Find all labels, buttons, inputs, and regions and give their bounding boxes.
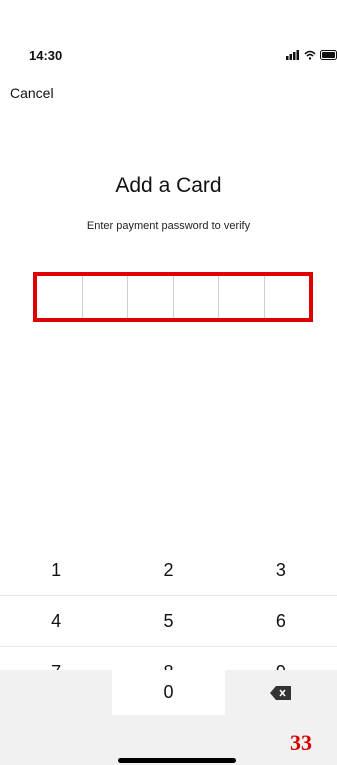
pin-cell <box>174 276 219 318</box>
pin-input[interactable] <box>37 276 309 318</box>
key-4[interactable]: 4 <box>0 596 112 646</box>
cancel-button[interactable]: Cancel <box>10 85 54 101</box>
keypad-row: 1 2 3 <box>0 545 337 596</box>
home-indicator <box>118 758 236 763</box>
status-time: 14:30 <box>29 48 63 63</box>
signal-icon <box>286 50 299 60</box>
keypad-bottom-row: 0 <box>0 670 337 765</box>
pin-cell <box>37 276 83 318</box>
pin-cell <box>265 276 310 318</box>
page-title: Add a Card <box>115 174 222 197</box>
key-5[interactable]: 5 <box>112 596 224 646</box>
wifi-icon <box>304 50 316 60</box>
key-6[interactable]: 6 <box>225 596 337 646</box>
keypad-empty-slot <box>0 670 112 765</box>
page-number-badge: 33 <box>290 730 312 755</box>
key-1[interactable]: 1 <box>0 545 112 595</box>
keypad-row: 4 5 6 <box>0 596 337 647</box>
pin-cell <box>83 276 128 318</box>
pin-cell <box>128 276 174 318</box>
status-bar: 14:30 <box>0 0 337 63</box>
key-0[interactable]: 0 <box>112 670 225 715</box>
backspace-icon <box>269 685 291 700</box>
pin-input-highlight[interactable] <box>33 272 313 322</box>
page-subtitle: Enter payment password to verify <box>86 220 251 232</box>
key-3[interactable]: 3 <box>225 545 337 595</box>
status-icons <box>286 50 337 60</box>
key-2[interactable]: 2 <box>112 545 224 595</box>
pin-cell <box>219 276 265 318</box>
battery-icon <box>320 50 337 60</box>
delete-button[interactable] <box>225 670 337 715</box>
